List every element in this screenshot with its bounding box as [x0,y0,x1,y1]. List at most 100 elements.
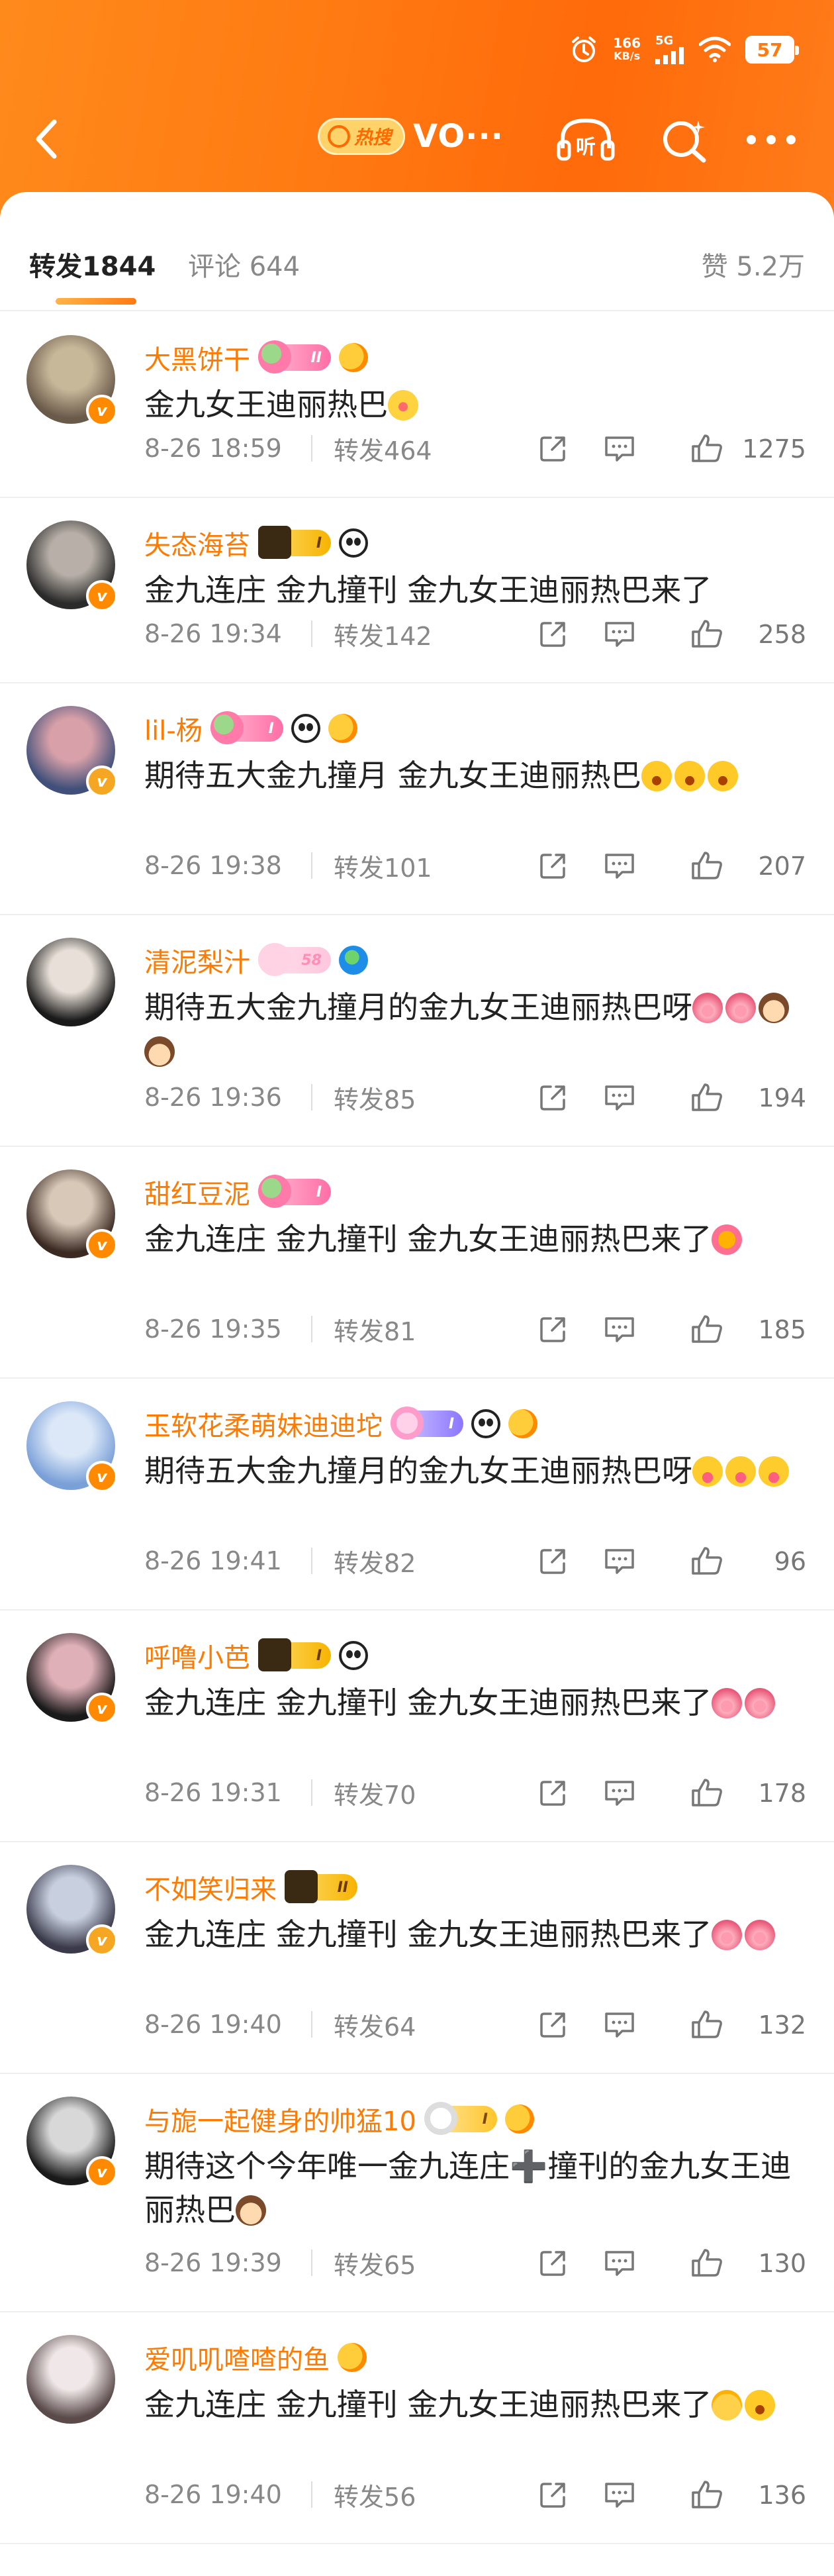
avatar[interactable]: v [26,706,118,797]
repost-text-body: 期待五大金九撞月的金九女王迪丽热巴呀 [144,1453,692,1489]
comment-button[interactable] [601,432,638,465]
share-button[interactable] [535,2008,572,2041]
repost-item[interactable]: v 玉软花柔萌妹迪迪坨 I 期待五大金九撞月的金九女王迪丽热巴呀 8-26 19… [0,1379,834,1610]
repost-item[interactable]: v 大黑饼干 II 金九女王迪丽热巴 8-26 18:59 转发464 1275 [0,313,834,498]
thumbs-up-icon [692,1779,722,1807]
comment-button[interactable] [601,849,638,882]
comment-button[interactable] [601,2478,638,2511]
username[interactable]: 清泥梨汁 [144,941,250,979]
tab-comments[interactable]: 评论 644 [188,245,300,283]
comment-icon [605,2012,634,2038]
user-info: 与旎一起健身的帅猛10 I [144,2101,534,2138]
avatar[interactable]: v [26,335,118,426]
listen-button[interactable]: 听 [556,117,616,163]
comment-button[interactable] [601,1544,638,1577]
comment-button[interactable] [601,2246,638,2279]
like-button[interactable] [688,2008,725,2041]
avatar[interactable]: v [26,1401,118,1493]
repost-item[interactable]: v lil-杨 I 期待五大金九撞月 金九女王迪丽热巴 8-26 19:38 转… [0,683,834,915]
share-icon [540,1781,565,1806]
comment-button[interactable] [601,1313,638,1346]
share-button[interactable] [535,1544,572,1577]
more-button[interactable] [741,117,801,163]
username[interactable]: 大黑饼干 [144,338,250,377]
repost-item[interactable]: v 甜红豆泥 I 金九连庄 金九撞刊 金九女王迪丽热巴来了 8-26 19:35… [0,1147,834,1379]
username[interactable]: 失态海苔 [144,524,250,562]
search-button[interactable] [655,117,715,163]
avatar[interactable]: v [26,1169,118,1261]
level-emblem-icon [258,1638,291,1671]
level-text: 58 [301,952,322,969]
repost-item[interactable]: v 失态海苔 I 金九连庄 金九撞刊 金九女王迪丽热巴来了 8-26 19:34… [0,498,834,683]
lick-emoji-icon [692,1456,723,1487]
globe-icon [339,946,368,975]
level-text: I [316,1183,322,1201]
avatar[interactable] [26,2335,115,2424]
kiss-emoji-icon [388,390,418,421]
share-button[interactable] [535,849,572,882]
username[interactable]: 玉软花柔萌妹迪迪坨 [144,1405,383,1443]
repost-text-body: 金九连庄 金九撞刊 金九女王迪丽热巴来了 [144,572,712,608]
username[interactable]: 与旎一起健身的帅猛10 [144,2100,416,2138]
avatar[interactable]: v [26,1865,118,1956]
user-info: 不如笑归来 II [144,1869,357,1906]
like-button[interactable] [688,2246,725,2279]
comment-button[interactable] [601,2008,638,2041]
repost-item[interactable]: v 不如笑归来 II 金九连庄 金九撞刊 金九女王迪丽热巴来了 8-26 19:… [0,1842,834,2074]
share-button[interactable] [535,617,572,650]
like-button[interactable] [688,1313,725,1346]
repost-item[interactable]: v 呼噜小芭 I 金九连庄 金九撞刊 金九女王迪丽热巴来了 8-26 19:31… [0,1610,834,1842]
repost-item[interactable]: 清泥梨汁 58 期待五大金九撞月的金九女王迪丽热巴呀 8-26 19:36 转发… [0,915,834,1147]
fish-icon [339,343,368,372]
like-button[interactable] [688,1081,725,1114]
search-sparkle-icon [663,121,706,163]
repost-list: v 大黑饼干 II 金九女王迪丽热巴 8-26 18:59 转发464 1275… [0,313,834,2544]
back-button[interactable] [26,119,66,159]
username[interactable]: 甜红豆泥 [144,1173,250,1211]
share-icon [540,2483,565,2508]
user-info: 爱叽叽喳喳的鱼 [144,2339,367,2376]
like-button[interactable] [688,617,725,650]
user-info: 甜红豆泥 I [144,1173,331,1211]
share-button[interactable] [535,1313,572,1346]
like-button[interactable] [688,1776,725,1809]
like-button[interactable] [688,849,725,882]
repost-item[interactable]: v 与旎一起健身的帅猛10 I 期待这个今年唯一金九连庄➕撞刊的金九女王迪丽热巴… [0,2074,834,2312]
like-button[interactable] [688,432,725,465]
like-count: 96 [774,1547,806,1576]
user-info: 清泥梨汁 58 [144,942,368,979]
username[interactable]: 呼噜小芭 [144,1636,250,1675]
user-level-badge: I [210,711,283,744]
comment-button[interactable] [601,1776,638,1809]
avatar[interactable]: v [26,2097,118,2188]
panda-icon [339,528,368,558]
share-button[interactable] [535,1776,572,1809]
username[interactable]: lil-杨 [144,709,203,748]
username[interactable]: 爱叽叽喳喳的鱼 [144,2338,330,2377]
share-button[interactable] [535,2478,572,2511]
avatar[interactable]: v [26,520,118,612]
username[interactable]: 不如笑归来 [144,1868,277,1907]
level-text: I [316,1647,322,1664]
level-emblem-icon [258,943,291,976]
share-icon [540,436,565,462]
tab-reposts[interactable]: 转发1844 [29,245,156,283]
comment-button[interactable] [601,1081,638,1114]
share-button[interactable] [535,2246,572,2279]
like-button[interactable] [688,2478,725,2511]
avatar[interactable] [26,938,115,1026]
hot-search-topic[interactable]: 热搜 VO··· [318,118,504,155]
comment-button[interactable] [601,617,638,650]
comment-icon [605,1781,634,1806]
avatar[interactable]: v [26,1633,118,1724]
repost-item[interactable]: 爱叽叽喳喳的鱼 金九连庄 金九撞刊 金九女王迪丽热巴来了 8-26 19:40 … [0,2312,834,2544]
repost-text: 金九连庄 金九撞刊 金九女王迪丽热巴来了 [144,1681,806,1724]
like-button[interactable] [688,1544,725,1577]
tab-likes[interactable]: 赞 5.2万 [702,245,805,283]
share-button[interactable] [535,432,572,465]
share-button[interactable] [535,1081,572,1114]
nav-bar: 热搜 VO··· 听 [0,106,834,172]
share-icon [540,1549,565,1574]
comment-icon [605,622,634,647]
user-level-badge: I [258,1175,331,1208]
